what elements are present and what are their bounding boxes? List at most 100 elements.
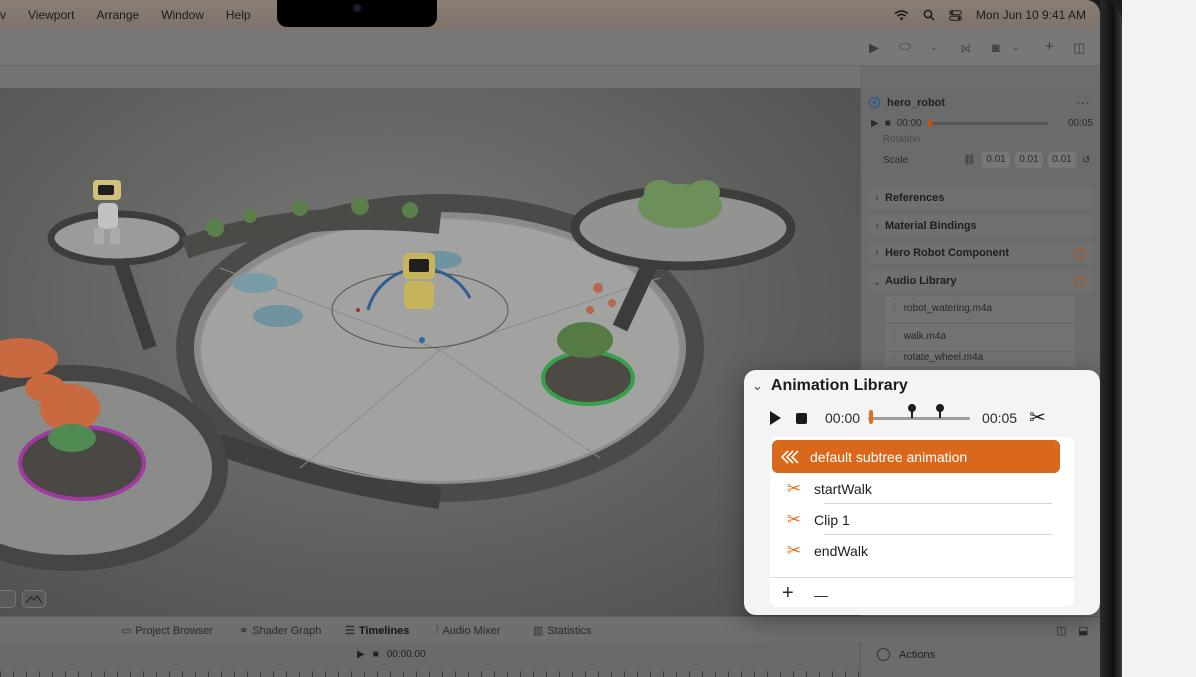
timeline-panel: ▶ ■ 00:00.00	[0, 642, 860, 677]
chevron-down-icon[interactable]: ⌄	[1012, 42, 1020, 53]
stop-button[interactable]	[796, 412, 807, 424]
scissors-icon: ✂	[786, 509, 802, 529]
section-audio-library[interactable]: ⌄ Audio Library	[869, 270, 1093, 292]
menu-item-viewport[interactable]: Viewport	[28, 8, 74, 22]
sidebar-toggle-icon[interactable]: ◫	[1073, 40, 1085, 56]
popover-header[interactable]: ⌄ Animation Library	[752, 376, 908, 396]
more-options-icon[interactable]: ···	[1076, 94, 1090, 110]
scale-x-field[interactable]: 0.01	[982, 152, 1010, 168]
tab-audio-mixer[interactable]: ⦙ Audio Mixer	[436, 624, 501, 637]
stop-icon[interactable]: ■	[885, 118, 891, 129]
clip-row-default-subtree-animation[interactable]: default subtree animation	[772, 440, 1060, 473]
scale-row: Scale ⛓ 0.01 0.01 0.01 ↺	[883, 152, 1095, 168]
vr-headset-icon[interactable]: ⬭	[899, 38, 911, 55]
camera-snapshot-icon[interactable]: ◙	[992, 40, 1000, 55]
play-icon[interactable]: ▶	[871, 118, 879, 129]
tab-timelines[interactable]: ☰ Timelines	[345, 624, 409, 638]
audio-file-name: rotate_wheel.m4a	[903, 352, 984, 363]
menu-item-edit[interactable]: v	[0, 8, 6, 22]
remove-clip-button[interactable]: —	[814, 585, 828, 605]
tab-label: Project Browser	[135, 624, 214, 637]
wifi-icon[interactable]	[894, 9, 909, 21]
actions-label[interactable]: Actions	[899, 649, 935, 661]
menu-item-window[interactable]: Window	[161, 8, 204, 22]
clip-row-clip-1[interactable]: ✂ Clip 1	[772, 504, 1060, 535]
camera-notch	[277, 0, 437, 27]
panel-bottom-icon[interactable]: ⬓	[1078, 624, 1088, 637]
mountain-icon	[25, 594, 43, 604]
add-icon[interactable]: +	[1045, 38, 1054, 55]
chevron-down-icon[interactable]: ⌄	[752, 378, 763, 394]
link-icon[interactable]: ⛓	[963, 155, 977, 166]
checkmark-badge-icon	[1074, 275, 1085, 287]
section-label: Hero Robot Component	[885, 247, 1010, 259]
reset-icon[interactable]: ↺	[1082, 155, 1090, 166]
tab-shader-graph[interactable]: ⚭ Shader Graph	[239, 624, 321, 638]
play-icon[interactable]: ▶	[869, 40, 879, 56]
chevron-down-icon: ⌄	[872, 275, 882, 288]
menu-item-arrange[interactable]: Arrange	[96, 8, 139, 22]
clip-row-startwalk[interactable]: ✂ startWalk	[772, 473, 1060, 504]
scissors-icon[interactable]: ✂	[1029, 408, 1046, 428]
animation-scrubber[interactable]	[868, 404, 971, 428]
split-view-icon[interactable]: ◫	[1056, 624, 1066, 637]
tab-label: Audio Mixer	[442, 624, 501, 637]
menubar-clock[interactable]: Mon Jun 10 9:41 AM	[976, 8, 1086, 22]
audio-file-item[interactable]: ⦙ rotate_wheel.m4a	[885, 352, 1075, 366]
editor-tab-bar: ▭ Project Browser ⚭ Shader Graph ☰ Timel…	[0, 616, 1100, 642]
section-references[interactable]: › References	[869, 187, 1093, 209]
entity-name: hero_robot	[887, 97, 946, 109]
clip-row-endwalk[interactable]: ✂ endWalk	[772, 535, 1060, 566]
spotlight-search-icon[interactable]	[923, 9, 935, 21]
scene-render	[0, 180, 796, 571]
section-material-bindings[interactable]: › Material Bindings	[869, 215, 1093, 237]
waveform-icon: ⦙	[893, 329, 896, 343]
clip-label: startWalk	[814, 480, 872, 497]
audio-file-item[interactable]: ⦙ robot_watering.m4a	[885, 296, 1075, 322]
timeline-icon: ☰	[345, 625, 355, 637]
menu-item-help[interactable]: Help	[226, 8, 251, 22]
divider	[770, 577, 1074, 578]
subtree-animation-icon	[780, 449, 799, 464]
chevron-right-icon: ›	[875, 220, 879, 232]
scale-y-field[interactable]: 0.01	[1015, 152, 1043, 168]
scale-z-field[interactable]: 0.01	[1048, 152, 1076, 168]
playhead[interactable]	[869, 410, 874, 424]
viewport-3d[interactable]	[0, 88, 860, 616]
tab-statistics[interactable]: ▥ Statistics	[533, 624, 591, 638]
connect-nodes-icon[interactable]: ⟗	[960, 40, 971, 56]
audio-file-item[interactable]: ⦙ walk.m4a	[885, 324, 1075, 350]
actions-panel: Actions	[860, 642, 1100, 677]
control-center-icon[interactable]	[949, 9, 962, 21]
rotation-row: Rotation	[883, 134, 1095, 144]
keyframe-marker[interactable]	[908, 404, 917, 418]
rotation-label: Rotation	[883, 134, 921, 144]
play-button[interactable]	[770, 411, 781, 425]
clip-label: endWalk	[814, 542, 868, 559]
inspector-scrubber[interactable]	[927, 118, 1048, 128]
checkmark-badge-icon	[1074, 247, 1085, 259]
audio-file-name: walk.m4a	[903, 331, 946, 342]
camera-icon	[353, 4, 361, 12]
tab-project-browser[interactable]: ▭ Project Browser	[121, 624, 214, 638]
viewport-mode-button[interactable]	[0, 590, 16, 608]
play-icon[interactable]: ▶	[357, 649, 365, 660]
timeline-controls: ▶ ■ 00:00.00	[357, 649, 426, 660]
folder-icon: ▭	[121, 625, 132, 637]
end-time: 00:05	[982, 410, 1018, 426]
add-clip-button[interactable]: +	[782, 583, 794, 603]
app-toolbar: ▶ ⬭ ⌄ ⟗ ◙ ⌄ + ◫	[0, 30, 1100, 66]
inspector-end-time: 00:05	[1067, 117, 1093, 129]
section-label: References	[885, 192, 945, 204]
section-hero-robot-component[interactable]: › Hero Robot Component	[869, 242, 1093, 264]
scale-label: Scale	[883, 154, 909, 166]
mixer-icon: ⦙	[436, 624, 439, 636]
environment-button[interactable]	[22, 590, 46, 608]
stop-icon[interactable]: ■	[373, 649, 379, 660]
timeline-ruler[interactable]	[0, 671, 860, 677]
scissors-icon: ✂	[786, 478, 802, 498]
keyframe-marker[interactable]	[936, 404, 945, 418]
chevron-down-icon[interactable]: ⌄	[930, 42, 938, 53]
waveform-icon: ⦙	[893, 301, 896, 315]
device-edge	[1100, 0, 1122, 677]
